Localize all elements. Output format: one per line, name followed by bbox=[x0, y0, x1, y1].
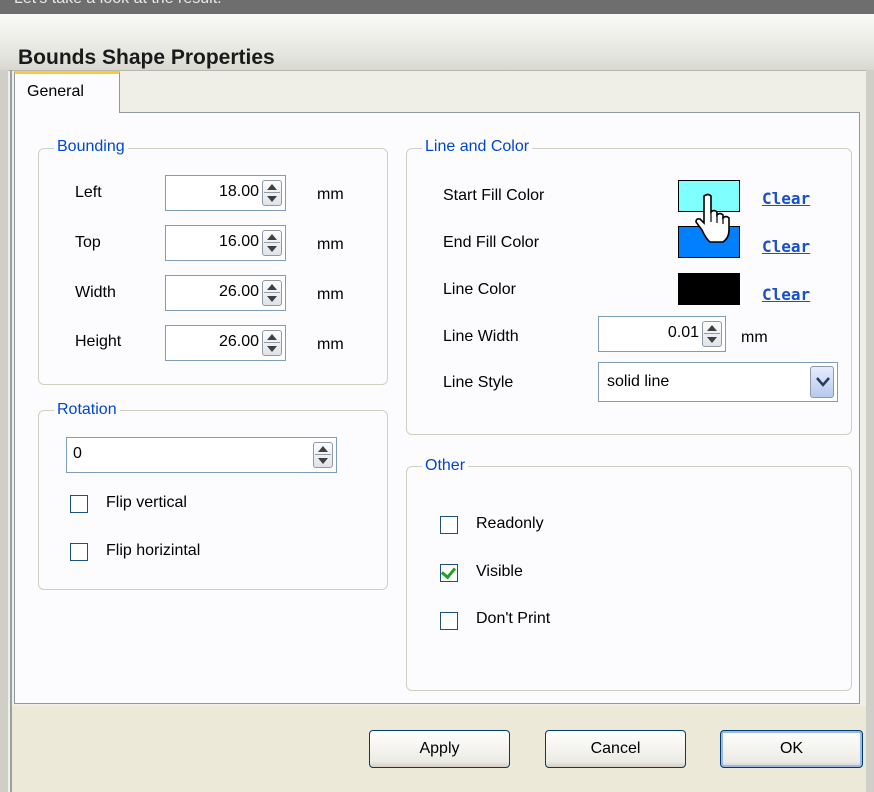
chevron-down-icon[interactable] bbox=[810, 366, 834, 398]
height-unit: mm bbox=[317, 336, 344, 353]
line-width-spin-arrows-icon[interactable] bbox=[702, 321, 722, 347]
start-fill-clear-link[interactable]: Clear bbox=[762, 189, 810, 208]
window-title: Bounds Shape Properties bbox=[18, 46, 275, 69]
dont-print-checkbox[interactable] bbox=[440, 612, 458, 630]
left-input[interactable]: 18.00 bbox=[165, 175, 286, 211]
top-value: 16.00 bbox=[218, 233, 259, 250]
line-color-clear-link[interactable]: Clear bbox=[762, 285, 810, 304]
line-style-select[interactable]: solid line bbox=[598, 362, 838, 402]
start-fill-color-label: Start Fill Color bbox=[443, 187, 545, 204]
line-width-label: Line Width bbox=[443, 328, 519, 345]
checkmark-icon bbox=[440, 563, 457, 580]
height-label: Height bbox=[75, 333, 122, 350]
dialog-window: Let's take a look at the result. Bounds … bbox=[0, 0, 874, 792]
top-unit: mm bbox=[317, 236, 344, 253]
visible-checkbox[interactable] bbox=[440, 563, 458, 582]
flip-vertical-label: Flip vertical bbox=[106, 494, 187, 511]
other-group-title: Other bbox=[422, 457, 469, 475]
ok-button[interactable]: OK bbox=[720, 730, 863, 768]
dont-print-label: Don't Print bbox=[476, 610, 551, 627]
readonly-label: Readonly bbox=[476, 515, 544, 532]
height-spin-arrows-icon[interactable] bbox=[262, 330, 282, 356]
left-label: Left bbox=[75, 184, 102, 201]
cancel-button[interactable]: Cancel bbox=[545, 730, 686, 768]
visible-label: Visible bbox=[476, 563, 523, 580]
flip-horizontal-label: Flip horizintal bbox=[106, 542, 201, 559]
rotation-group-title: Rotation bbox=[54, 401, 120, 419]
width-label: Width bbox=[75, 284, 116, 301]
rotation-spin-arrows-icon[interactable] bbox=[313, 442, 333, 468]
other-group bbox=[406, 466, 852, 691]
end-fill-clear-link[interactable]: Clear bbox=[762, 237, 810, 256]
background-caption: Let's take a look at the result. bbox=[14, 0, 222, 8]
readonly-checkbox[interactable] bbox=[440, 516, 458, 534]
bounding-group-title: Bounding bbox=[54, 138, 128, 156]
window-left-border bbox=[0, 70, 8, 792]
line-style-label: Line Style bbox=[443, 374, 514, 391]
line-width-value: 0.01 bbox=[667, 324, 699, 341]
rotation-input[interactable]: 0 bbox=[66, 437, 337, 473]
left-value: 18.00 bbox=[218, 183, 259, 200]
width-spin-arrows-icon[interactable] bbox=[262, 280, 282, 306]
title-bar[interactable]: Bounds Shape Properties bbox=[0, 14, 874, 71]
height-input[interactable]: 26.00 bbox=[165, 325, 286, 361]
top-label: Top bbox=[75, 234, 101, 251]
line-style-value: solid line bbox=[607, 373, 670, 390]
line-width-unit: mm bbox=[741, 329, 768, 346]
line-color-label: Line Color bbox=[443, 281, 516, 298]
tab-general[interactable]: General bbox=[14, 71, 120, 113]
line-width-input[interactable]: 0.01 bbox=[598, 316, 726, 352]
window-right-border bbox=[866, 70, 874, 792]
width-input[interactable]: 26.00 bbox=[165, 275, 286, 311]
window-left-divider bbox=[10, 70, 12, 792]
left-unit: mm bbox=[317, 186, 344, 203]
width-unit: mm bbox=[317, 286, 344, 303]
width-value: 26.00 bbox=[218, 283, 259, 300]
end-fill-color-label: End Fill Color bbox=[443, 234, 540, 251]
top-spin-arrows-icon[interactable] bbox=[262, 230, 282, 256]
line-color-swatch[interactable] bbox=[678, 273, 740, 305]
flip-vertical-checkbox[interactable] bbox=[70, 495, 88, 513]
hand-pointer-icon bbox=[695, 193, 730, 243]
line-and-color-group-title: Line and Color bbox=[422, 138, 533, 156]
height-value: 26.00 bbox=[218, 333, 259, 350]
top-input[interactable]: 16.00 bbox=[165, 225, 286, 261]
rotation-value: 0 bbox=[73, 445, 82, 462]
apply-button[interactable]: Apply bbox=[369, 730, 510, 768]
background-strip: Let's take a look at the result. bbox=[0, 0, 874, 14]
flip-horizontal-checkbox[interactable] bbox=[70, 543, 88, 561]
tab-general-label: General bbox=[27, 83, 84, 100]
left-spin-arrows-icon[interactable] bbox=[262, 180, 282, 206]
